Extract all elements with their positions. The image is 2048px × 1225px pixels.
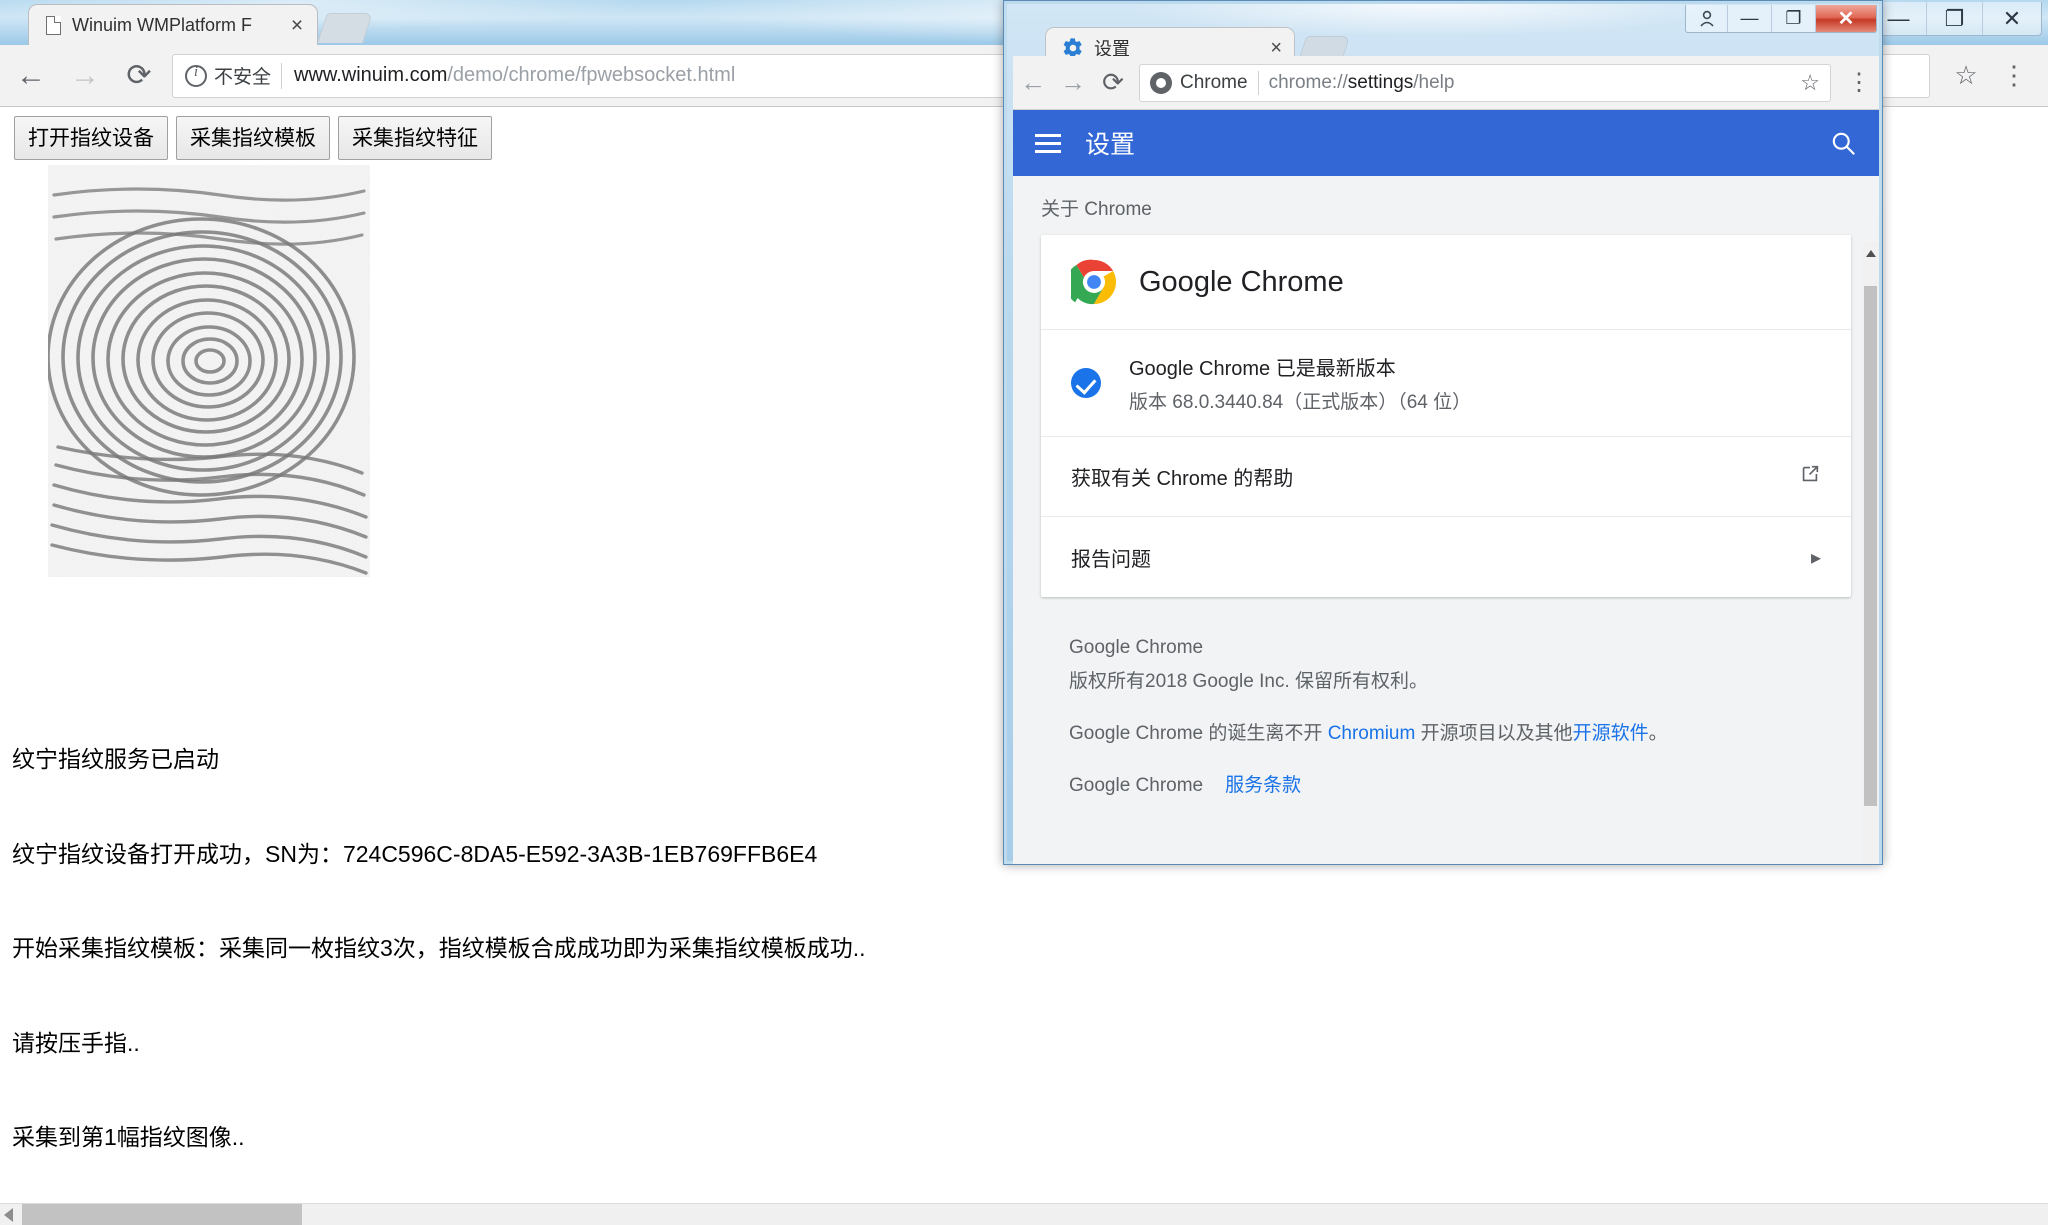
url-prefix: chrome:// [1268, 71, 1348, 93]
settings-reload-button[interactable]: ⟳ [1093, 63, 1133, 103]
update-status-text: Google Chrome 已是最新版本 [1129, 358, 1396, 380]
chevron-right-icon: ▸ [1810, 546, 1821, 569]
tab-title: Winuim WMPlatform F [72, 14, 252, 35]
settings-content: 关于 Chrome Google Chrome Google Chrome 已是… [1013, 176, 1879, 864]
omnibox-divider [281, 62, 283, 89]
chromium-link[interactable]: Chromium [1328, 723, 1416, 744]
settings-bookmark-star-icon[interactable]: ☆ [1800, 70, 1820, 96]
settings-page-title: 设置 [1085, 131, 1136, 159]
chrome-settings-window: — ❐ ✕ 设置 × ← → ⟳ Chrome chrome://setting… [1003, 0, 1883, 865]
terms-of-service-link[interactable]: 服务条款 [1225, 775, 1301, 796]
settings-vertical-scrollbar[interactable] [1863, 242, 1879, 864]
fingerprint-image [48, 165, 370, 577]
legal-line3-pre: Google Chrome 的诞生离不开 [1069, 723, 1328, 744]
version-detail-text: 版本 68.0.3440.84（正式版本）（64 位） [1129, 392, 1472, 413]
fingerprint-action-buttons: 打开指纹设备 采集指纹模板 采集指纹特征 [14, 116, 492, 160]
capture-fingerprint-template-button[interactable]: 采集指纹模板 [176, 116, 330, 160]
settings-window-frame: — ❐ ✕ 设置 × ← → ⟳ Chrome chrome://setting… [1004, 1, 1882, 864]
hamburger-icon[interactable] [1035, 132, 1063, 154]
url-domain: www.winuim.com [294, 64, 448, 86]
settings-app-bar: 设置 [1013, 110, 1879, 176]
settings-back-button[interactable]: ← [1013, 63, 1053, 103]
legal-spacer-2 [1069, 751, 1849, 769]
forward-button[interactable]: → [62, 53, 108, 99]
open-source-software-link[interactable]: 开源软件 [1573, 723, 1649, 744]
scroll-up-arrow-icon[interactable] [1866, 250, 1876, 257]
legal-line-3: Google Chrome 的诞生离不开 Chromium 开源项目以及其他开源… [1069, 717, 1849, 751]
omnibox-divider [1257, 70, 1259, 95]
toolbar-right-actions: ☆ ⋮ [1942, 60, 2038, 91]
legal-footer: Google Chrome 版权所有2018 Google Inc. 保留所有权… [1013, 597, 1879, 803]
about-chrome-section-label: 关于 Chrome [1041, 199, 1152, 220]
legal-line-4: Google Chrome 服务条款 [1069, 769, 1849, 803]
browser-tab-winuim[interactable]: Winuim WMPlatform F × [28, 4, 318, 45]
maximize-button[interactable]: ❐ [1927, 2, 1983, 35]
reload-button[interactable]: ⟳ [116, 53, 162, 99]
about-chrome-card: Google Chrome Google Chrome 已是最新版本 版本 68… [1041, 235, 1851, 597]
settings-browser-toolbar: ← → ⟳ Chrome chrome://settings/help ☆ ⋮ [1013, 56, 1879, 110]
capture-fingerprint-feature-button[interactable]: 采集指纹特征 [338, 116, 492, 160]
get-help-row[interactable]: 获取有关 Chrome 的帮助 [1041, 437, 1851, 517]
new-tab-button[interactable] [317, 13, 373, 43]
settings-tabstrip: 设置 × [1017, 16, 1877, 68]
scheme-label: Chrome [1180, 71, 1248, 93]
settings-chrome-menu-icon[interactable]: ⋮ [1839, 68, 1879, 97]
security-status-label: 不安全 [214, 67, 272, 88]
legal-line4-pre: Google Chrome [1069, 775, 1204, 796]
legal-line3-mid: 开源项目以及其他 [1415, 723, 1573, 744]
url-bold: settings [1347, 71, 1414, 93]
tab-close-icon[interactable]: × [287, 15, 307, 36]
url-path: /demo/chrome/fpwebsocket.html [447, 64, 736, 86]
check-circle-icon [1071, 368, 1101, 398]
bookmark-star-icon[interactable]: ☆ [1942, 60, 1990, 91]
log-line: 采集到第1幅指纹图像.. [12, 1124, 245, 1150]
report-issue-row[interactable]: 报告问题 ▸ [1041, 517, 1851, 597]
chrome-brand-row: Google Chrome [1041, 235, 1851, 330]
scroll-left-arrow-icon[interactable] [4, 1208, 13, 1222]
document-icon [43, 14, 63, 36]
chrome-logo-icon [1065, 259, 1117, 305]
chrome-menu-icon[interactable]: ⋮ [1990, 60, 2038, 91]
log-line: 请按压手指.. [12, 1029, 140, 1056]
horizontal-scrollbar-thumb[interactable] [22, 1204, 302, 1225]
chrome-icon [1150, 71, 1172, 94]
url-suffix: /help [1413, 71, 1455, 93]
legal-line-1: Google Chrome [1069, 637, 1204, 658]
version-info: Google Chrome 已是最新版本 版本 68.0.3440.84（正式版… [1129, 352, 1471, 414]
legal-line3-post: 。 [1648, 723, 1668, 744]
settings-url: chrome://settings/help [1269, 72, 1455, 94]
legal-spacer [1069, 699, 1849, 717]
back-button[interactable]: ← [8, 53, 54, 99]
address-bar-url: www.winuim.com/demo/chrome/fpwebsocket.h… [294, 64, 735, 87]
search-icon[interactable] [1830, 130, 1857, 157]
settings-page: 设置 关于 Chrome Google Chrome Google Chrome… [1013, 110, 1879, 864]
report-issue-label: 报告问题 [1071, 548, 1151, 571]
main-window-controls: — ❐ ✕ [1870, 2, 2042, 36]
info-circle-icon [185, 64, 207, 87]
open-fingerprint-device-button[interactable]: 打开指纹设备 [14, 116, 168, 160]
get-help-label: 获取有关 Chrome 的帮助 [1071, 468, 1294, 490]
close-button[interactable]: ✕ [1983, 2, 2041, 35]
legal-line-2: 版权所有2018 Google Inc. 保留所有权利。 [1069, 671, 1428, 692]
log-line: 开始采集指纹模板：采集同一枚指纹3次，指纹模板合成成功即为采集指纹模板成功.. [12, 935, 866, 961]
version-status-row: Google Chrome 已是最新版本 版本 68.0.3440.84（正式版… [1041, 330, 1851, 437]
settings-address-bar[interactable]: Chrome chrome://settings/help ☆ [1139, 63, 1831, 102]
chrome-brand-name: Google Chrome [1139, 265, 1344, 298]
settings-forward-button[interactable]: → [1053, 63, 1093, 103]
settings-scrollbar-thumb[interactable] [1864, 286, 1877, 806]
external-link-icon [1799, 463, 1821, 491]
horizontal-scrollbar[interactable] [0, 1203, 2048, 1225]
